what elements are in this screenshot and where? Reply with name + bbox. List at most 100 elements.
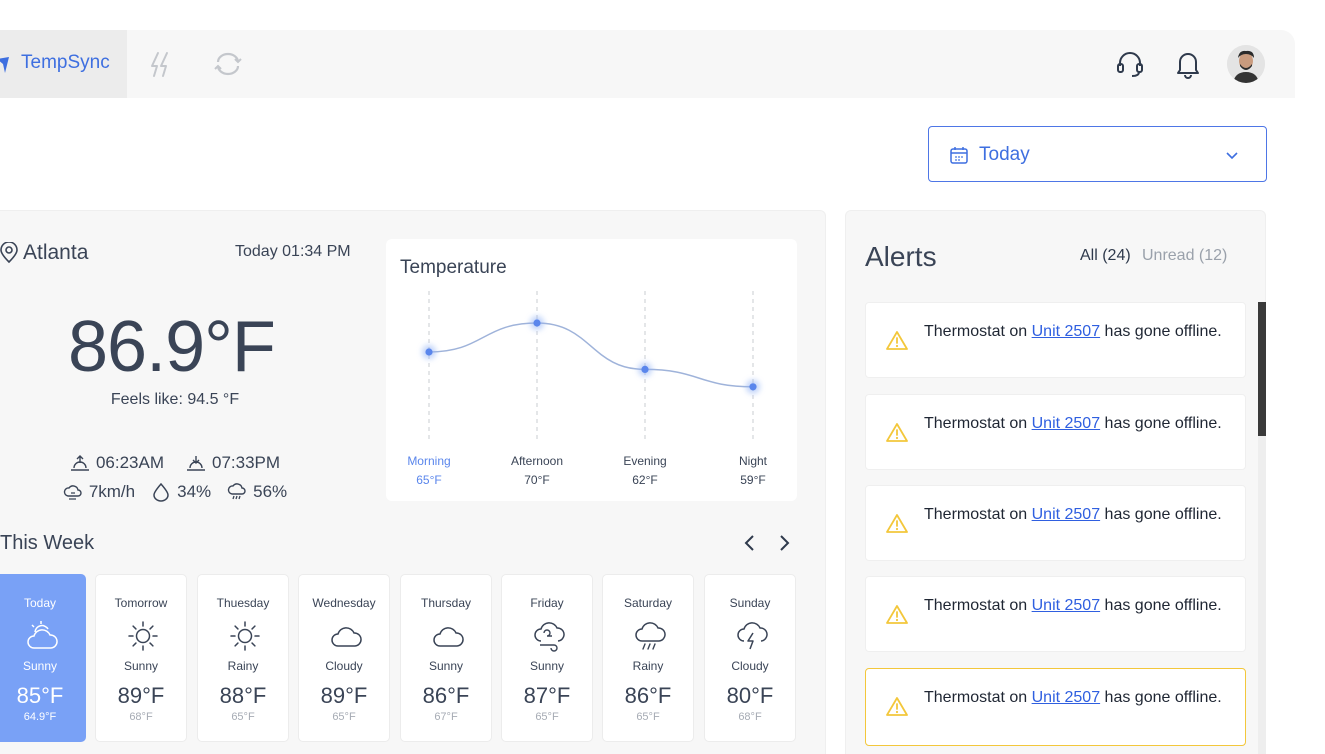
alert-message: Thermostat on Unit 2507 has gone offline… [924,414,1224,433]
day-card-wednesday[interactable]: Wednesday Cloudy 89°F 65°F [298,574,390,742]
day-high-temp: 89°F [320,683,368,708]
day-card-tomorrow[interactable]: Tomorrow Sunny 89°F 68°F [95,574,187,742]
current-datetime: Today 01:34 PM [235,243,351,260]
chart-point[interactable] [533,319,541,327]
bell-icon[interactable] [1172,48,1204,80]
alerts-filter-unread[interactable]: Unread (12) [1142,247,1227,265]
day-card-thuesday[interactable]: Thuesday Rainy 88°F 65°F [197,574,289,742]
day-low-temp: 65°F [332,711,356,723]
humidity-value: 34% [177,482,212,501]
bolt-icon[interactable] [146,50,174,78]
chart-point[interactable] [641,365,649,373]
brand-tab[interactable]: TempSync [0,30,127,98]
day-condition: Cloudy [731,659,769,673]
humidity-stat: 34% [151,482,211,502]
alert-message: Thermostat on Unit 2507 has gone offline… [924,688,1224,707]
date-range-dropdown[interactable]: Today [928,126,1267,182]
temperature-card: Morning 65°F Afternoon 70°F Evening 62°F Night… [386,239,797,501]
cloud-icon [433,627,464,647]
sun-times: 06:23AM 07:33PM [0,453,350,473]
weather-stats: 7km/h 34% 56% [0,482,350,502]
chart-x-tick-label: Morning [407,454,450,468]
day-name: Saturday [623,596,673,610]
day-card-thursday[interactable]: Thursday Sunny 86°F 67°F [400,574,492,742]
alert-unit-link[interactable]: Unit 2507 [1032,506,1101,523]
chart-value-label: 59°F [740,473,765,487]
avatar-icon [1227,45,1265,83]
chart-point[interactable] [425,348,433,356]
headset-icon[interactable] [1114,48,1146,80]
chart-value-label: 62°F [632,473,657,487]
alert-unit-link[interactable]: Unit 2507 [1032,415,1101,432]
day-card-sunday[interactable]: Sunday Cloudy 80°F 68°F [704,574,796,742]
humidity-drop-icon [153,482,169,502]
day-condition: Cloudy [325,659,363,673]
alert-item[interactable]: Thermostat on Unit 2507 has gone offline… [865,576,1246,652]
alert-unit-link[interactable]: Unit 2507 [1032,597,1101,614]
day-low-temp: 68°F [129,711,153,723]
sunset: 07:33PM [186,453,280,473]
alert-item[interactable]: Thermostat on Unit 2507 has gone offline… [865,394,1246,470]
day-condition: Sunny [22,659,58,673]
chart-x-tick-label: Evening [623,454,666,468]
week-next-button[interactable] [773,532,795,554]
windy-cloud-icon [534,622,565,652]
alert-item[interactable]: Thermostat on Unit 2507 has gone offline… [865,668,1246,746]
day-name: Wednesday [312,596,376,610]
day-card-friday[interactable]: Friday Sunny 87°F 65°F [501,574,593,742]
wind-cloud-icon [63,485,82,500]
wind-value: 7km/h [88,482,136,501]
alerts-title: Alerts [865,241,937,272]
alert-item[interactable]: Thermostat on Unit 2507 has gone offline… [865,302,1246,378]
alert-prefix: Thermostat on [924,506,1032,523]
day-name: Today [23,596,57,610]
warning-icon [886,514,908,533]
alert-suffix: has gone offline. [1100,597,1222,614]
date-range-value: Today [979,144,1030,165]
current-temperature: 86.9°F [68,307,276,387]
alert-suffix: has gone offline. [1100,506,1222,523]
alerts-scrollbar-thumb[interactable] [1258,302,1266,436]
alert-suffix: has gone offline. [1100,323,1222,340]
chevron-down-icon [1226,152,1238,160]
warning-icon [886,331,908,350]
day-high-temp: 85°F [16,683,64,708]
chart-value-label: 70°F [524,473,549,487]
day-high-temp: 87°F [523,683,571,708]
warning-icon [886,697,908,716]
sunrise: 06:23AM [70,453,164,473]
alert-unit-link[interactable]: Unit 2507 [1032,323,1101,340]
day-card-today[interactable]: Today Sunny 85°F 64.9°F [0,574,86,742]
day-name: Thuesday [216,596,270,610]
precipitation-stat: 56% [227,482,287,502]
cloud-icon [331,627,362,647]
alert-message: Thermostat on Unit 2507 has gone offline… [924,505,1224,524]
week-title: This Week [0,532,95,554]
day-name: Sunday [729,596,771,610]
alert-message: Thermostat on Unit 2507 has gone offline… [924,322,1224,341]
day-high-temp: 80°F [726,683,774,708]
sync-icon[interactable] [214,50,242,78]
temperature-card-title: Temperature [400,257,507,278]
sunset-time: 07:33PM [212,453,281,472]
day-high-temp: 86°F [422,683,470,708]
location-pin-icon [0,242,18,264]
week-prev-button[interactable] [739,532,761,554]
avatar[interactable] [1227,45,1265,83]
day-high-temp: 88°F [219,683,267,708]
partly-cloudy-icon [27,621,58,649]
calendar-icon [950,147,968,164]
alerts-filter-all[interactable]: All (24) [1080,247,1131,265]
day-card-saturday[interactable]: Saturday Rainy 86°F 65°F [602,574,694,742]
brand-logo-icon [0,57,9,73]
day-high-temp: 89°F [117,683,165,708]
alert-message: Thermostat on Unit 2507 has gone offline… [924,596,1224,615]
alert-item[interactable]: Thermostat on Unit 2507 has gone offline… [865,485,1246,561]
alert-prefix: Thermostat on [924,597,1032,614]
brand-name: TempSync [21,52,110,73]
alert-unit-link[interactable]: Unit 2507 [1032,689,1101,706]
chart-point[interactable] [749,383,757,391]
day-low-temp: 68°F [738,711,762,723]
day-condition: Sunny [123,659,159,673]
chart-x-tick-label: Afternoon [511,454,563,468]
